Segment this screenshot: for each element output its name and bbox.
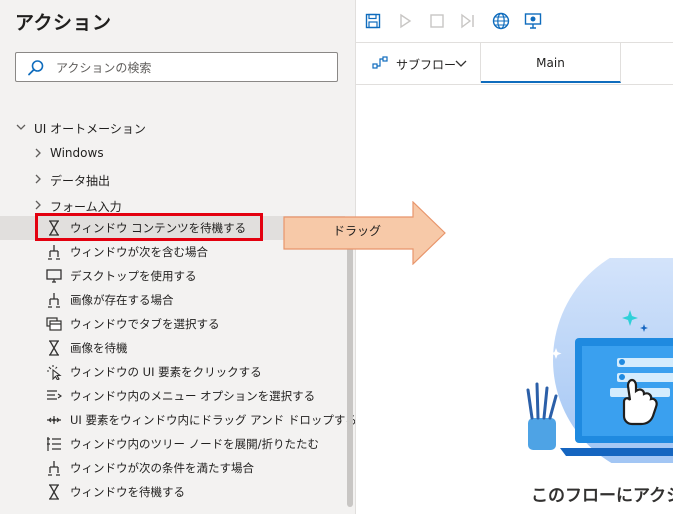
save-icon [365,13,381,29]
action-click-ui-element[interactable]: ウィンドウの UI 要素をクリックする [0,360,345,384]
empty-flow-title: このフローにアクシ [531,486,673,506]
action-label: デスクトップを使用する [70,269,197,283]
desktop-icon [46,268,62,284]
run-icon [400,13,412,29]
chevron-down-icon [16,124,26,130]
action-label: 画像を待機 [70,341,128,355]
subflow-dropdown[interactable]: サブフロー [356,43,481,83]
empty-flow-illustration [526,258,673,463]
hourglass-icon [46,340,62,356]
subcategory-label: Windows [50,146,104,160]
subflow-icon [372,56,388,69]
action-label: UI 要素をウィンドウ内にドラッグ アンド ドロップする [70,413,356,427]
action-wait-image[interactable]: 画像を待機 [0,336,345,360]
action-label: ウィンドウが次の条件を満たす場合 [70,461,254,475]
tab-window-icon [46,316,62,332]
desktop-recorder-icon [524,13,542,29]
action-label: ウィンドウが次を含む場合 [70,245,208,259]
subcategory-windows[interactable]: Windows [0,141,345,165]
action-search-input[interactable] [54,57,328,79]
action-if-window-condition[interactable]: ウィンドウが次の条件を満たす場合 [0,456,345,480]
action-label: ウィンドウ内のメニュー オプションを選択する [70,389,316,403]
tab-main[interactable]: Main [481,43,621,83]
subcategory-label: フォーム入力 [50,200,122,214]
action-search-box[interactable] [15,52,338,82]
category-label: UI オートメーション [34,122,146,136]
action-expand-collapse-tree-node[interactable]: ウィンドウ内のツリー ノードを展開/折りたたむ [0,432,345,456]
action-select-menu-option[interactable]: ウィンドウ内のメニュー オプションを選択する [0,384,345,408]
actions-scrollbar[interactable] [347,245,353,507]
chevron-right-icon [35,200,41,210]
subcategory-data-extraction[interactable]: データ抽出 [0,167,345,191]
branch-icon [46,244,62,260]
subflow-tab-label: サブフロー [396,58,457,72]
subcategory-label: データ抽出 [50,174,111,188]
action-drag-drop-ui-element[interactable]: UI 要素をウィンドウ内にドラッグ アンド ドロップする [0,408,355,432]
stop-icon [430,14,444,28]
run-button[interactable] [395,11,415,31]
action-label: ウィンドウ内のツリー ノードを展開/折りたたむ [70,437,320,451]
designer-toolbar [356,0,673,43]
drag-drop-icon [46,412,62,428]
menu-icon [46,388,62,404]
action-if-image-exists[interactable]: 画像が存在する場合 [0,288,345,312]
branch-icon [46,292,62,308]
category-ui-automation[interactable]: UI オートメーション [0,115,345,139]
web-recorder-button[interactable] [491,11,511,31]
drag-label: ドラッグ [333,224,382,238]
action-label: ウィンドウの UI 要素をクリックする [70,365,262,379]
designer-tabs: サブフロー Main [356,43,673,85]
chevron-right-icon [35,148,41,158]
chevron-down-icon [455,60,467,67]
main-tab-label: Main [536,56,565,70]
pane-title: アクション [15,12,112,34]
branch-icon [46,460,62,476]
step-button[interactable] [458,11,478,31]
cursor-click-icon [46,364,62,380]
hourglass-icon [46,220,62,236]
action-label: 画像が存在する場合 [70,293,174,307]
tree-node-icon [46,436,62,452]
search-icon [28,60,44,76]
web-recorder-icon [492,12,510,30]
action-use-desktop[interactable]: デスクトップを使用する [0,264,345,288]
chevron-right-icon [35,174,41,184]
desktop-recorder-button[interactable] [523,11,543,31]
action-select-tab-in-window[interactable]: ウィンドウでタブを選択する [0,312,345,336]
hourglass-icon [46,484,62,500]
action-label: ウィンドウ コンテンツを待機する [70,221,247,235]
action-label: ウィンドウを待機する [70,485,185,499]
stop-button[interactable] [427,11,447,31]
action-wait-window[interactable]: ウィンドウを待機する [0,480,345,504]
save-button[interactable] [363,11,383,31]
action-label: ウィンドウでタブを選択する [70,317,220,331]
step-icon [461,13,474,29]
